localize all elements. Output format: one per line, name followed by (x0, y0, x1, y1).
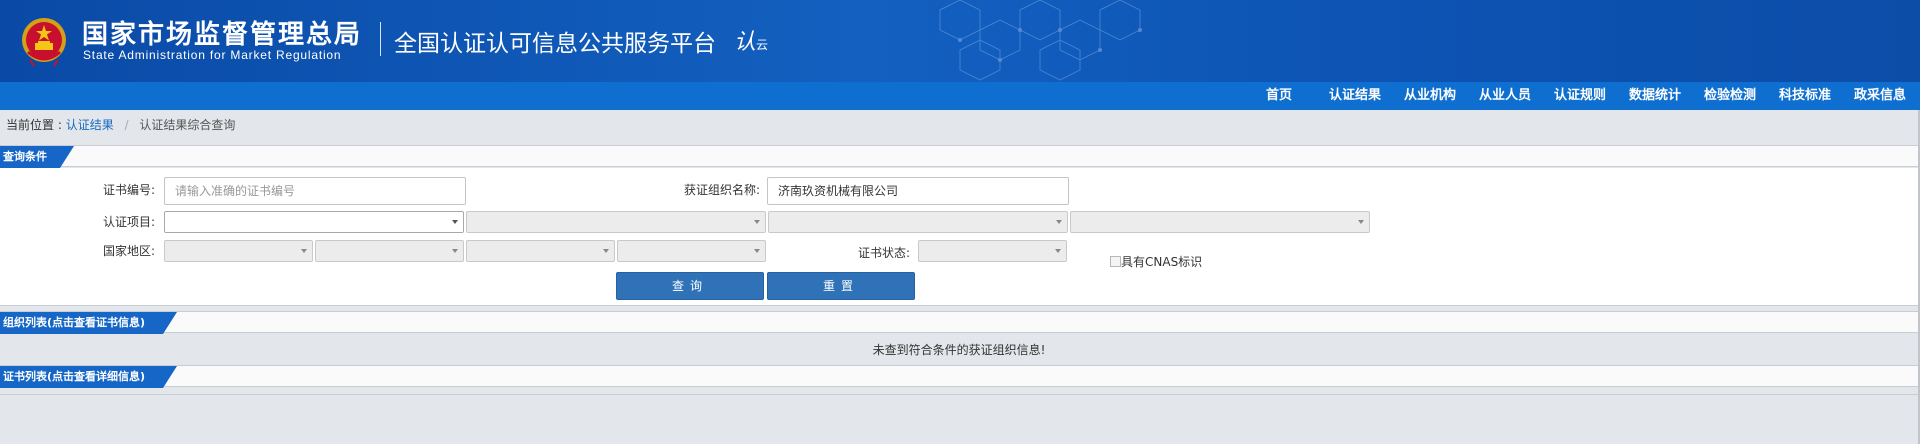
org-name-label: 获证组织名称: (683, 183, 760, 197)
org-list-section-header: 组织列表(点击查看证书信息) (0, 311, 1918, 333)
breadcrumb-separator: / (124, 118, 129, 132)
org-list-empty-message: 未查到符合条件的获证组织信息! (0, 338, 1918, 362)
query-section-title: 查询条件 (0, 146, 74, 168)
reset-button[interactable]: 重置 (767, 272, 915, 300)
cert-item-label: 认证项目: (102, 215, 155, 229)
cert-no-input[interactable]: 请输入准确的证书编号 (164, 177, 466, 205)
header-divider (380, 22, 381, 56)
org-list-section-title: 组织列表(点击查看证书信息) (0, 312, 177, 334)
nav-item-cert-results[interactable]: 认证结果 (1329, 82, 1381, 110)
nav-item-standards[interactable]: 科技标准 (1779, 82, 1831, 110)
cert-list-bottom-border (0, 394, 1918, 395)
region-select-1[interactable] (164, 240, 313, 262)
nav-item-institutions[interactable]: 从业机构 (1404, 82, 1456, 110)
chevron-down-icon (1358, 220, 1364, 224)
cert-no-label: 证书编号: (102, 183, 155, 197)
nav-item-home[interactable]: 首页 (1266, 82, 1292, 110)
chevron-down-icon (452, 220, 458, 224)
cert-item-select-4[interactable] (1070, 211, 1370, 233)
national-emblem-icon (22, 18, 66, 67)
breadcrumb-link-cert-results[interactable]: 认证结果 (66, 118, 114, 132)
cert-status-label: 证书状态: (857, 246, 910, 260)
renyun-logo: 认云 (734, 24, 768, 56)
cnas-checkbox[interactable] (1110, 256, 1121, 267)
search-button[interactable]: 查询 (616, 272, 764, 300)
chevron-down-icon (603, 249, 609, 253)
cert-list-section-title: 证书列表(点击查看详细信息) (0, 366, 177, 388)
org-name-english: State Administration for Market Regulati… (83, 48, 342, 62)
hexagon-network-decoration (939, 0, 1142, 81)
nav-item-inspection[interactable]: 检验检测 (1704, 82, 1756, 110)
region-label: 国家地区: (102, 244, 155, 258)
query-form: 证书编号: 请输入准确的证书编号 获证组织名称: 济南玖资机械有限公司 认证项目… (0, 168, 1918, 306)
logo-sub: 云 (756, 38, 769, 52)
cert-list-section-header: 证书列表(点击查看详细信息) (0, 365, 1918, 387)
nav-item-personnel[interactable]: 从业人员 (1479, 82, 1531, 110)
breadcrumb-prefix: 当前位置 : (6, 118, 62, 132)
cnas-label: 具有CNAS标识 (1121, 255, 1203, 269)
region-select-2[interactable] (315, 240, 464, 262)
nav-item-cert-rules[interactable]: 认证规则 (1554, 82, 1606, 110)
chevron-down-icon (452, 249, 458, 253)
cnas-option: 具有CNAS标识 (1110, 254, 1202, 270)
chevron-down-icon (1055, 249, 1061, 253)
chevron-down-icon (1056, 220, 1062, 224)
cert-item-select-3[interactable] (768, 211, 1068, 233)
chevron-down-icon (754, 220, 760, 224)
region-select-3[interactable] (466, 240, 615, 262)
query-section-header: 查询条件 (0, 145, 1918, 167)
nav-item-procurement[interactable]: 政采信息 (1854, 82, 1906, 110)
breadcrumb-current: 认证结果综合查询 (139, 118, 236, 132)
chevron-down-icon (754, 249, 760, 253)
header-banner: 国家市场监督管理总局 State Administration for Mark… (0, 0, 1920, 82)
main-nav: 首页 认证结果 从业机构 从业人员 认证规则 数据统计 检验检测 科技标准 政采… (0, 82, 1920, 110)
org-name-input[interactable]: 济南玖资机械有限公司 (767, 177, 1069, 205)
cert-item-select-1[interactable] (164, 211, 464, 233)
logo-text: 认 (734, 30, 757, 55)
chevron-down-icon (301, 249, 307, 253)
nav-item-statistics[interactable]: 数据统计 (1629, 82, 1681, 110)
region-select-4[interactable] (617, 240, 766, 262)
platform-title: 全国认证认可信息公共服务平台 (394, 31, 716, 57)
cert-status-select[interactable] (918, 240, 1067, 262)
org-name-chinese: 国家市场监督管理总局 (82, 20, 363, 50)
cert-item-select-2[interactable] (466, 211, 766, 233)
breadcrumb: 当前位置 : 认证结果 / 认证结果综合查询 (6, 116, 235, 134)
